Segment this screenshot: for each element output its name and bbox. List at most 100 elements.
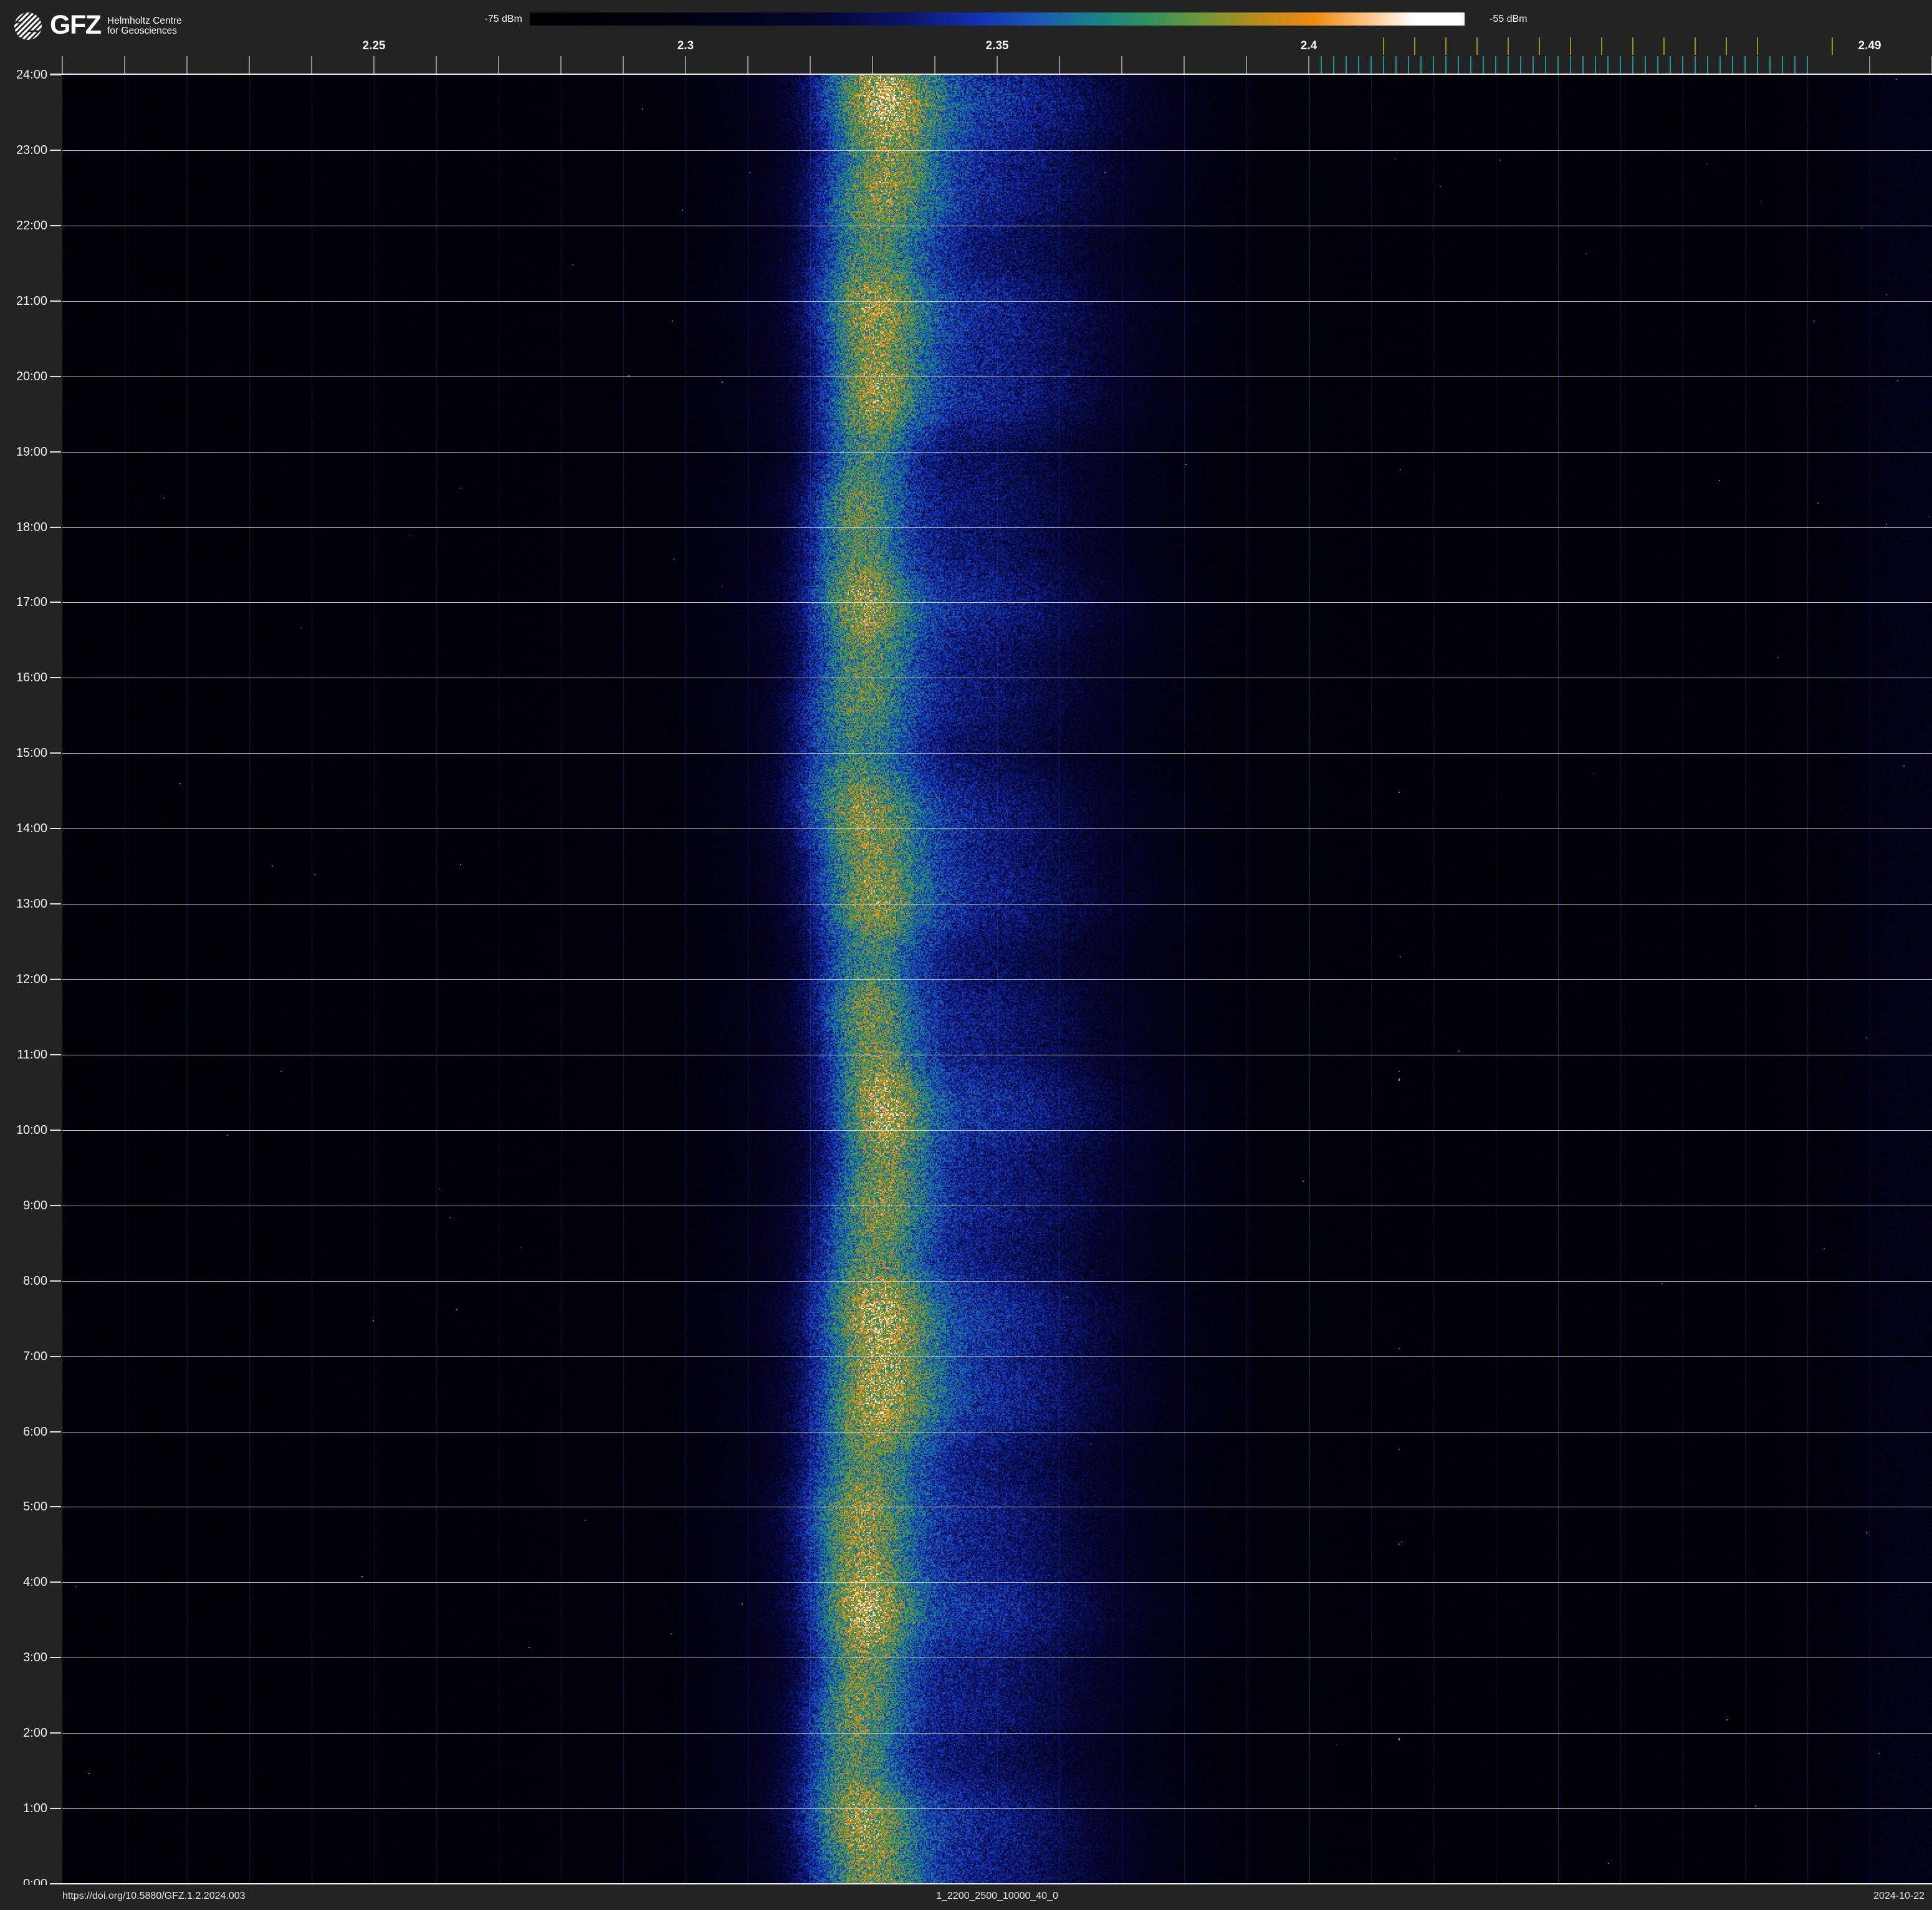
- time-tick-label: 8:00: [23, 1274, 47, 1288]
- ble-channel-tick: [1607, 56, 1609, 74]
- ble-channel-tick: [1682, 56, 1683, 74]
- ble-channel-tick: [1595, 56, 1596, 74]
- hour-gridline: [62, 527, 1932, 528]
- time-tick-label: 9:00: [23, 1198, 47, 1212]
- time-tick: [50, 677, 61, 679]
- ble-channel-tick: [1707, 56, 1708, 74]
- freq-major-tick: [186, 56, 188, 74]
- ble-channel-tick: [1358, 56, 1359, 74]
- time-tick: [50, 903, 61, 905]
- ble-channel-tick: [1657, 56, 1658, 74]
- ble-channel-tick: [1458, 56, 1459, 74]
- doi-link[interactable]: https://doi.org/10.5880/GFZ.1.2.2024.003: [62, 1891, 246, 1902]
- date-label: 2024-10-22: [1873, 1891, 1925, 1901]
- ble-channel-tick: [1794, 56, 1796, 74]
- time-tick: [50, 1053, 61, 1055]
- brand-subtitle: Helmholtz Centre for Geosciences: [107, 16, 182, 36]
- wifi-channel-tick: [1726, 37, 1727, 55]
- freq-major-tick: [1308, 56, 1309, 74]
- ble-channel-tick: [1695, 56, 1696, 74]
- ble-channel-tick: [1445, 56, 1447, 74]
- ble-channel-tick: [1483, 56, 1484, 74]
- time-tick-label: 10:00: [16, 1123, 47, 1137]
- time-tick: [50, 979, 61, 980]
- freq-major-tick: [1246, 56, 1247, 74]
- time-tick: [50, 1355, 61, 1357]
- hour-gridline: [62, 1356, 1932, 1357]
- time-tick-label: 4:00: [23, 1575, 47, 1590]
- freq-major-tick: [373, 56, 375, 74]
- freq-major-tick: [685, 56, 686, 74]
- ble-channel-tick: [1383, 56, 1384, 74]
- ble-channel-tick: [1420, 56, 1422, 74]
- wifi-channel-tick: [1570, 37, 1571, 55]
- freq-tick-label: 2.49: [1858, 39, 1882, 52]
- ble-channel-tick: [1370, 56, 1372, 74]
- colorbar-min-label: -75 dBm: [484, 14, 522, 24]
- wifi-channel-tick: [1663, 37, 1665, 55]
- hour-gridline: [62, 1582, 1932, 1583]
- freq-tick-label: 2.35: [985, 39, 1009, 52]
- hour-gridline: [62, 753, 1932, 754]
- freq-major-tick: [62, 56, 63, 74]
- ble-channel-tick: [1557, 56, 1559, 74]
- bottom-axis-line: [50, 1883, 1932, 1884]
- freq-major-tick: [997, 56, 998, 74]
- time-tick-label: 18:00: [16, 520, 47, 534]
- hour-gridline: [62, 300, 1932, 302]
- wifi-channel-tick: [1632, 37, 1633, 55]
- freq-major-tick: [1184, 56, 1185, 74]
- freq-major-tick: [747, 56, 748, 74]
- freq-tick-label: 2.25: [362, 39, 386, 52]
- time-tick: [50, 526, 61, 528]
- top-axis-line: [50, 74, 1932, 75]
- freq-major-tick: [436, 56, 437, 74]
- dataset-label: 1_2200_2500_10000_40_0: [936, 1891, 1058, 1901]
- freq-major-tick: [1869, 56, 1870, 74]
- wifi-channel-tick: [1832, 37, 1833, 55]
- time-tick-label: 16:00: [16, 671, 47, 685]
- gfz-logo-icon: [14, 12, 42, 40]
- time-tick: [50, 602, 61, 603]
- time-tick: [50, 1129, 61, 1131]
- hour-gridline: [62, 1808, 1932, 1810]
- ble-channel-tick: [1670, 56, 1671, 74]
- ble-channel-tick: [1757, 56, 1758, 74]
- freq-major-tick: [810, 56, 811, 74]
- time-tick: [50, 1581, 61, 1583]
- freq-major-tick: [1121, 56, 1122, 74]
- time-tick-label: 12:00: [16, 972, 47, 986]
- time-tick-label: 13:00: [16, 897, 47, 911]
- time-tick: [50, 1431, 61, 1432]
- ble-channel-tick: [1346, 56, 1347, 74]
- freq-major-tick: [311, 56, 312, 74]
- freq-major-tick: [872, 56, 873, 74]
- colorbar-max-label: -55 dBm: [1490, 14, 1528, 24]
- ble-channel-tick: [1433, 56, 1434, 74]
- ble-channel-tick: [1744, 56, 1746, 74]
- brand-gfz-text: GFZ: [50, 10, 102, 40]
- freq-major-tick: [124, 56, 125, 74]
- time-tick-label: 3:00: [23, 1651, 47, 1665]
- time-tick: [50, 224, 61, 226]
- time-tick: [50, 451, 61, 453]
- ble-channel-tick: [1732, 56, 1733, 74]
- hour-gridline: [62, 1280, 1932, 1282]
- hour-gridline: [62, 602, 1932, 603]
- time-tick-label: 5:00: [23, 1500, 47, 1514]
- hour-gridline: [62, 904, 1932, 905]
- hour-gridline: [62, 150, 1932, 151]
- time-tick-label: 19:00: [16, 444, 47, 459]
- time-tick-label: 7:00: [23, 1349, 47, 1363]
- time-tick: [50, 1280, 61, 1282]
- time-tick: [50, 1506, 61, 1508]
- wifi-channel-tick: [1601, 37, 1602, 55]
- time-tick-label: 6:00: [23, 1424, 47, 1439]
- brand-subtitle-line1: Helmholtz Centre: [107, 16, 182, 26]
- ble-channel-tick: [1632, 56, 1633, 74]
- wifi-channel-tick: [1757, 37, 1758, 55]
- time-tick-label: 22:00: [16, 218, 47, 233]
- wifi-channel-tick: [1414, 37, 1415, 55]
- ble-channel-tick: [1495, 56, 1496, 74]
- ble-channel-tick: [1533, 56, 1534, 74]
